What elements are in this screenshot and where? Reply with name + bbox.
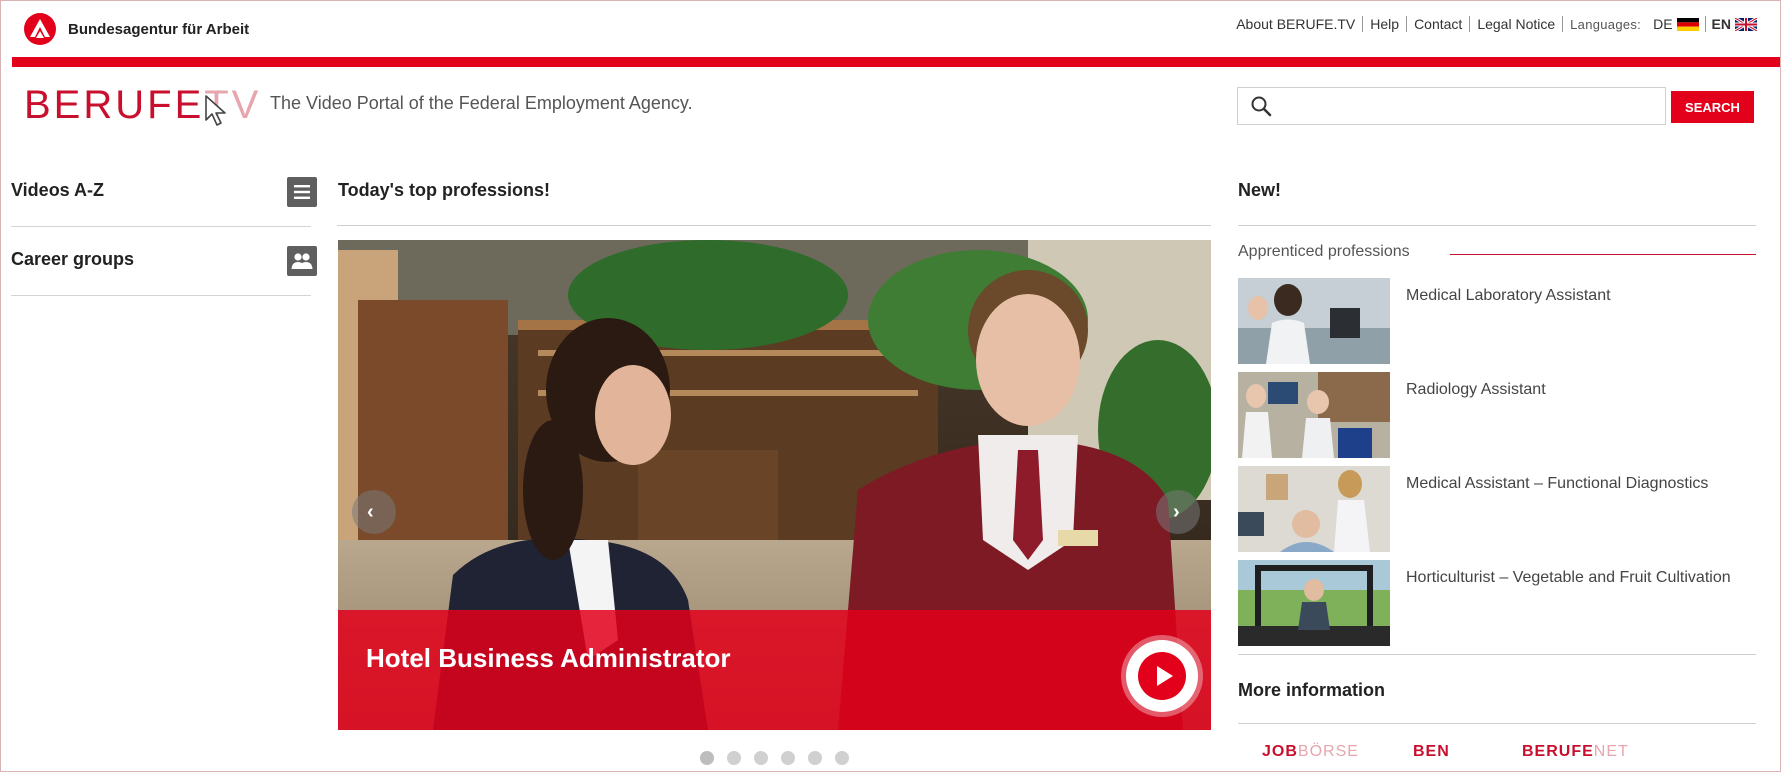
portal-name-secondary: BÖRSE [1297, 743, 1359, 760]
profession-thumbnail [1238, 278, 1390, 364]
sidebar-item-label: Videos A-Z [11, 180, 105, 200]
ben-portal-link[interactable]: BEN [1413, 743, 1450, 761]
divider [337, 225, 1211, 226]
profession-thumbnail [1238, 560, 1390, 646]
people-icon [287, 246, 317, 276]
about-link[interactable]: About BERUFE.TV [1236, 16, 1364, 32]
legal-notice-link[interactable]: Legal Notice [1470, 16, 1564, 32]
slide-dot[interactable] [700, 751, 714, 765]
top-links: About BERUFE.TV Help Contact Legal Notic… [1236, 16, 1757, 32]
chevron-right-icon: › [1173, 501, 1180, 523]
language-en-link[interactable]: EN [1706, 16, 1757, 32]
slide-dot[interactable] [835, 751, 849, 765]
german-flag-icon [1676, 17, 1699, 31]
slide-caption: Hotel Business Administrator [338, 610, 1211, 730]
sidebar-item-videos-az[interactable]: Videos A-Z [11, 158, 317, 227]
divider [1238, 225, 1756, 226]
portal-name-primary: BEN [1413, 743, 1450, 760]
language-en-label: EN [1711, 16, 1731, 32]
uk-flag-icon [1735, 17, 1757, 31]
contact-link[interactable]: Contact [1407, 16, 1471, 32]
list-icon [287, 177, 317, 207]
jobboerse-portal-link[interactable]: JOBBÖRSE [1262, 743, 1359, 761]
profession-item[interactable]: Medical Assistant – Functional Diagnosti… [1238, 466, 1758, 552]
sidebar-item-career-groups[interactable]: Career groups [11, 227, 317, 296]
logo-cursor-icon [205, 95, 226, 126]
profession-title: Radiology Assistant [1406, 381, 1546, 398]
slide-prev-button[interactable]: ‹ [352, 490, 396, 534]
agency-logo-icon [24, 13, 56, 45]
chevron-left-icon: ‹ [367, 501, 374, 523]
profession-thumbnail [1238, 466, 1390, 552]
search-button[interactable]: SEARCH [1671, 91, 1754, 123]
divider [1238, 654, 1756, 655]
more-information-title: More information [1238, 680, 1385, 700]
profession-item[interactable]: Medical Laboratory Assistant [1238, 278, 1758, 364]
slide-dot[interactable] [727, 751, 741, 765]
slide-pagination [700, 751, 849, 765]
slide-caption-text: Hotel Business Administrator [366, 643, 731, 673]
portal-name-primary: BERUFE [1522, 743, 1594, 760]
new-section-title: New! [1238, 180, 1282, 200]
language-de-link[interactable]: DE [1647, 16, 1706, 32]
search-input[interactable] [1282, 92, 1656, 120]
profession-item[interactable]: Horticulturist – Vegetable and Fruit Cul… [1238, 560, 1758, 646]
slide-dot[interactable] [754, 751, 768, 765]
slide-dot[interactable] [781, 751, 795, 765]
play-button[interactable] [1126, 640, 1198, 712]
profession-title: Horticulturist – Vegetable and Fruit Cul… [1406, 569, 1731, 586]
berufenet-portal-link[interactable]: BERUFENET [1522, 743, 1629, 761]
slide-next-button[interactable]: › [1156, 490, 1200, 534]
header-red-bar [12, 57, 1780, 67]
profession-thumbnail [1238, 372, 1390, 458]
play-icon [1138, 652, 1186, 700]
divider [1238, 723, 1756, 724]
languages-label: Languages: [1570, 16, 1642, 32]
agency-name: Bundesagentur für Arbeit [68, 20, 250, 38]
sidebar-item-label: Career groups [11, 249, 135, 269]
portal-name-secondary: NET [1593, 743, 1629, 760]
apprenticed-professions-label: Apprenticed professions [1238, 243, 1410, 260]
search-icon [1251, 96, 1272, 117]
help-link[interactable]: Help [1363, 16, 1408, 32]
profession-title: Medical Assistant – Functional Diagnosti… [1406, 475, 1709, 492]
portal-name-primary: JOB [1262, 743, 1298, 760]
section-underline [1450, 254, 1756, 255]
featured-video-slide[interactable]: ‹ › Hotel Business Administrator [338, 240, 1211, 730]
slide-dot[interactable] [808, 751, 822, 765]
profession-title: Medical Laboratory Assistant [1406, 287, 1611, 304]
language-de-label: DE [1653, 16, 1673, 32]
agency-brand[interactable]: Bundesagentur für Arbeit [24, 13, 249, 45]
search-box [1237, 87, 1666, 125]
top-professions-title: Today's top professions! [338, 180, 550, 200]
profession-item[interactable]: Radiology Assistant [1238, 372, 1758, 458]
portal-tagline: The Video Portal of the Federal Employme… [270, 93, 693, 113]
logo-main-text: BERUFE [24, 83, 205, 127]
